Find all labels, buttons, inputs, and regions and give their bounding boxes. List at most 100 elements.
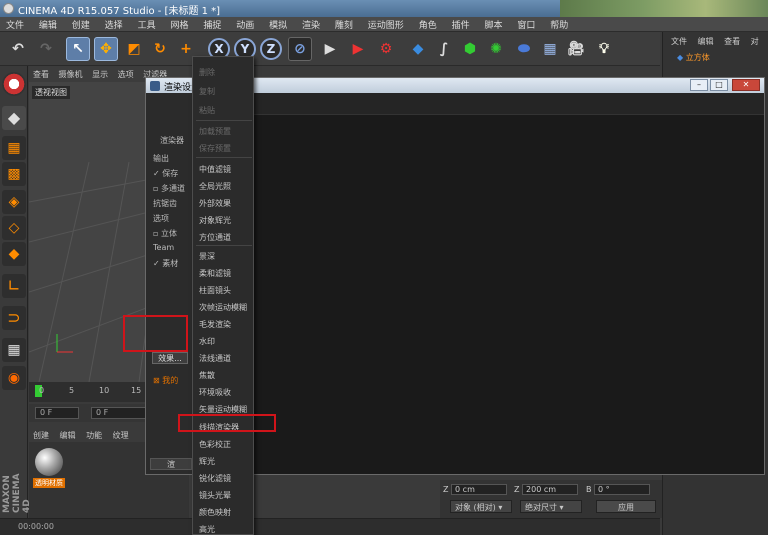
z-scale-field[interactable]: Z 200 cm [514,484,579,496]
maximize-button[interactable]: □ [710,79,728,91]
effect-menu-item[interactable]: 毛发渲染 [199,317,253,332]
deformer-icon[interactable]: ⬬ [512,37,536,61]
menu-file[interactable]: 文件 [0,17,30,31]
spline-pen-icon[interactable]: ∫ [432,37,456,61]
setting-team[interactable]: Team [153,243,174,252]
vp-menu-display[interactable]: 显示 [92,70,108,79]
texture-mode-icon[interactable]: ▦ [2,136,26,160]
effect-menu-item[interactable]: 柱面镜头 [199,283,253,298]
menu-window[interactable]: 窗口 [511,17,541,31]
vp-menu-options[interactable]: 选项 [118,70,134,79]
effect-menu-item[interactable]: 辉光 [199,454,253,469]
effect-menu-item[interactable]: 法线通道 [199,351,253,366]
effect-menu-item[interactable]: 颜色映射 [199,505,253,520]
start-frame-field[interactable]: 0 F [35,407,79,419]
om-menu-object[interactable]: 对 [751,37,759,46]
coordinate-system-icon[interactable]: ⊘ [288,37,312,61]
size-mode-dropdown[interactable]: 绝对尺寸 ▾ [520,500,582,513]
menu-render[interactable]: 渲染 [296,17,326,31]
setting-stereo[interactable]: ▫ 立体 [153,228,177,239]
floor-scene-icon[interactable]: ▦ [538,37,562,61]
effect-menu-item[interactable]: 中值滤镜 [199,162,253,177]
render-button[interactable]: 渲 [150,458,192,470]
effect-menu-item[interactable]: 锐化滤镜 [199,471,253,486]
setting-options[interactable]: 选项 [153,213,169,224]
menu-character[interactable]: 角色 [413,17,443,31]
make-editable-icon[interactable] [2,72,26,96]
menu-simulate[interactable]: 模拟 [263,17,293,31]
menu-sculpt[interactable]: 雕刻 [329,17,359,31]
effect-menu-item[interactable]: 环境吸收 [199,385,253,400]
mat-menu-create[interactable]: 创建 [33,431,49,440]
setting-material[interactable]: ✓ 素材 [153,258,178,269]
setting-multipass[interactable]: ▫ 多通道 [153,183,185,194]
menu-mesh[interactable]: 网格 [164,17,194,31]
menu-tools[interactable]: 工具 [132,17,162,31]
setting-save[interactable]: ✓ 保存 [153,168,178,179]
edges-mode-icon[interactable]: ◇ [2,216,26,240]
menu-snap[interactable]: 捕捉 [197,17,227,31]
locked-workplane-icon[interactable]: ▦ [2,338,26,362]
coordinate-mode-dropdown[interactable]: 对象 (相对) ▾ [450,500,512,513]
menu-animate[interactable]: 动画 [230,17,260,31]
light-icon[interactable]: 💡︎ [592,37,616,61]
menu-script[interactable]: 脚本 [478,17,508,31]
minimize-button[interactable]: – [690,79,708,91]
scale-tool-icon[interactable]: ◩ [122,37,146,61]
preset-row[interactable]: ⊠ 我的 [153,375,178,386]
effect-menu-item[interactable]: 柔和滤镜 [199,266,253,281]
effect-button[interactable]: 效果... [152,352,188,364]
effect-menu-item[interactable]: 镜头光晕 [199,488,253,503]
om-menu-edit[interactable]: 编辑 [698,37,714,46]
setting-antialias[interactable]: 抗锯齿 [153,198,177,209]
z-scale-value[interactable]: 200 cm [522,484,579,495]
menu-select[interactable]: 选择 [99,17,129,31]
mat-menu-edit[interactable]: 编辑 [60,431,76,440]
snap-magnet-icon[interactable]: ⊃ [2,306,26,330]
polygons-mode-icon[interactable]: ◆ [2,242,26,266]
effect-menu-item[interactable]: 焦散 [199,368,253,383]
effect-menu-item[interactable]: 对象辉光 [199,213,253,228]
axis-mode-icon[interactable]: ∟ [2,274,26,298]
material-swatch[interactable]: 透明材质 [33,448,65,492]
menu-plugins[interactable]: 插件 [446,17,476,31]
z-position-field[interactable]: Z 0 cm [443,484,508,496]
apply-button[interactable]: 应用 [596,500,656,513]
rotate-tool-icon[interactable]: ↻ [148,37,172,61]
bank-rotation-value[interactable]: 0 ° [594,484,651,495]
effect-menu-item[interactable]: 高光 [199,522,253,535]
mat-menu-texture[interactable]: 纹理 [113,431,129,440]
menu-edit[interactable]: 编辑 [33,17,63,31]
render-view-icon[interactable]: ▶ [318,37,342,61]
camera-icon[interactable]: 🎥︎ [564,37,588,61]
points-mode-icon[interactable]: ◈ [2,190,26,214]
render-picture-viewer-icon[interactable]: ▶ [346,37,370,61]
cube-object-icon[interactable]: ◆ [406,37,430,61]
effect-menu-item[interactable]: 景深 [199,249,253,264]
setting-output[interactable]: 输出 [153,153,169,164]
vp-menu-camera[interactable]: 摄像机 [59,70,83,79]
effect-menu-item[interactable]: 色彩校正 [199,437,253,452]
mat-menu-function[interactable]: 功能 [86,431,102,440]
redo-icon[interactable]: ↷ [34,37,58,61]
workplane-mode-icon[interactable]: ▩ [2,162,26,186]
effect-menu-item[interactable]: 全局光照 [199,179,253,194]
object-cube-row[interactable]: ◆ 立方体 [677,52,768,63]
undo-icon[interactable]: ↶ [6,37,30,61]
bank-rotation-field[interactable]: B 0 ° [586,484,651,496]
effect-menu-item[interactable]: 次帧运动模糊 [199,300,253,315]
render-settings-icon[interactable]: ⚙ [374,37,398,61]
subdivision-generator-icon[interactable]: ⬢ [458,37,482,61]
om-menu-file[interactable]: 文件 [671,37,687,46]
menu-mograph[interactable]: 运动图形 [362,17,410,31]
move-tool-icon[interactable]: ✥ [94,37,118,61]
vp-menu-view[interactable]: 查看 [33,70,49,79]
model-mode-icon[interactable]: ◆ [2,106,26,130]
effect-menu-item[interactable]: 外部效果 [199,196,253,211]
z-axis-lock-icon[interactable]: Z [260,38,282,60]
current-frame-field[interactable]: 0 F [91,407,151,419]
effect-menu-item[interactable]: 方位通道 [199,230,253,245]
om-menu-view[interactable]: 查看 [724,37,740,46]
select-tool-icon[interactable]: ↖ [66,37,90,61]
close-button[interactable]: ✕ [732,79,760,91]
